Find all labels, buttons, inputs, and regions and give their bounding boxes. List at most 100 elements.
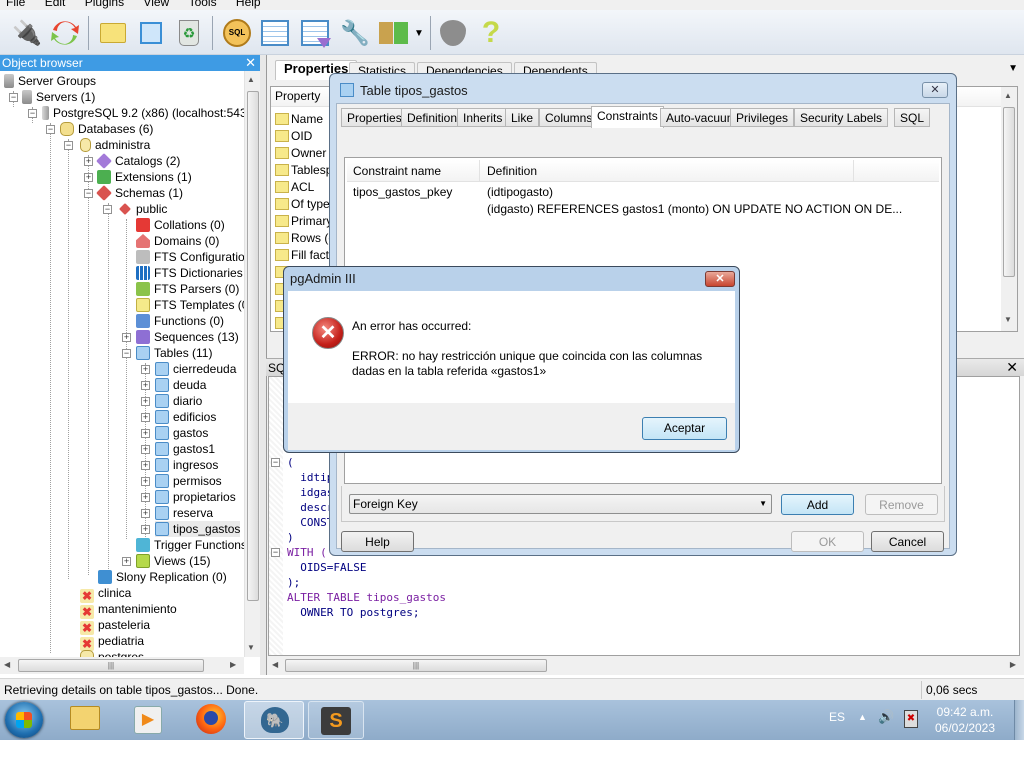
property-row[interactable]: Primary bbox=[275, 213, 332, 230]
help-button[interactable]: Help bbox=[341, 531, 414, 552]
show-hidden-icons-icon[interactable]: ▲ bbox=[858, 712, 867, 722]
property-row[interactable]: Rows (e bbox=[275, 230, 335, 247]
object-browser-vertical-scrollbar[interactable]: ▲ ▼ bbox=[244, 71, 260, 657]
show-desktop-button[interactable] bbox=[1014, 700, 1024, 740]
expand-toggle[interactable]: + bbox=[84, 173, 93, 182]
connect-plug-icon[interactable]: 🔌 bbox=[10, 16, 44, 50]
close-icon[interactable]: ✕ bbox=[245, 55, 256, 71]
remove-button[interactable]: Remove bbox=[865, 494, 938, 515]
plugins-dropdown-icon[interactable]: ▼ bbox=[412, 16, 426, 50]
tree-node-table[interactable]: gastos1 bbox=[155, 441, 215, 457]
tree-node-db-postgres[interactable]: postgres bbox=[80, 649, 144, 657]
expand-toggle[interactable]: + bbox=[141, 493, 150, 502]
tree-node-table[interactable]: reserva bbox=[155, 505, 213, 521]
expand-toggle[interactable]: + bbox=[141, 365, 150, 374]
property-column-header[interactable]: Property bbox=[275, 88, 320, 105]
close-icon[interactable]: ✕ bbox=[1006, 359, 1018, 376]
constraint-type-select[interactable]: Foreign Key ▼ bbox=[349, 494, 772, 514]
aceptar-button[interactable]: Aceptar bbox=[642, 417, 727, 440]
help-question-icon[interactable]: ? bbox=[474, 16, 508, 50]
tree-node-fts-dictionaries[interactable]: FTS Dictionaries ( bbox=[136, 265, 244, 281]
column-header-constraint-name[interactable]: Constraint name bbox=[353, 164, 441, 178]
tree-node-views[interactable]: Views (15) bbox=[136, 553, 210, 569]
collapse-toggle[interactable]: − bbox=[9, 93, 18, 102]
constraint-row-name[interactable]: tipos_gastos_pkey bbox=[353, 185, 452, 199]
view-data-grid-icon[interactable] bbox=[258, 16, 292, 50]
property-row[interactable]: ACL bbox=[275, 179, 314, 196]
tab-constraints[interactable]: Constraints bbox=[591, 106, 664, 128]
filtered-data-icon[interactable] bbox=[298, 16, 332, 50]
code-fold-toggle[interactable]: − bbox=[271, 458, 280, 467]
expand-toggle[interactable]: + bbox=[141, 461, 150, 470]
expand-toggle[interactable]: + bbox=[141, 525, 150, 534]
tree-node-sequences[interactable]: Sequences (13) bbox=[136, 329, 239, 345]
property-row[interactable]: OID bbox=[275, 128, 312, 145]
volume-icon[interactable]: 🔊 bbox=[878, 709, 894, 725]
tree-node-servers[interactable]: Servers (1) bbox=[22, 89, 95, 105]
tree-node-table[interactable]: permisos bbox=[155, 473, 222, 489]
menu-help[interactable]: Help bbox=[236, 0, 261, 9]
create-object-icon[interactable] bbox=[134, 16, 168, 50]
scrollbar-thumb[interactable]: ||| bbox=[285, 659, 547, 672]
column-header-definition[interactable]: Definition bbox=[487, 164, 537, 178]
network-disconnected-icon[interactable]: ✖ bbox=[904, 710, 918, 728]
tree-node-table[interactable]: propietarios bbox=[155, 489, 236, 505]
tree-node-tables[interactable]: Tables (11) bbox=[136, 345, 212, 361]
tree-node-collations[interactable]: Collations (0) bbox=[136, 217, 225, 233]
tree-node-db-administra[interactable]: administra bbox=[80, 137, 150, 153]
tree-node-functions[interactable]: Functions (0) bbox=[136, 313, 224, 329]
tree-node-table[interactable]: tipos_gastos bbox=[155, 521, 241, 537]
tab-like[interactable]: Like bbox=[505, 108, 540, 127]
collapse-toggle[interactable]: − bbox=[122, 349, 131, 358]
tree-node-db-mantenimiento[interactable]: ✖ mantenimiento bbox=[80, 601, 177, 619]
tree-node-table[interactable]: gastos bbox=[155, 425, 208, 441]
close-button[interactable]: ✕ bbox=[922, 82, 948, 98]
object-browser-horizontal-scrollbar[interactable]: ◀ ||| ▶ bbox=[0, 657, 244, 674]
language-indicator[interactable]: ES bbox=[829, 710, 845, 724]
expand-toggle[interactable]: + bbox=[141, 477, 150, 486]
clock[interactable]: 09:42 a.m. 06/02/2023 bbox=[934, 704, 996, 736]
code-fold-toggle[interactable]: − bbox=[271, 548, 280, 557]
tab-list-dropdown-icon[interactable]: ▼ bbox=[1008, 63, 1018, 74]
taskbar-pgadmin[interactable]: 🐘 bbox=[244, 701, 304, 739]
ok-button[interactable]: OK bbox=[791, 531, 864, 552]
property-row[interactable]: Name bbox=[275, 111, 323, 128]
guru-hint-icon[interactable] bbox=[436, 16, 470, 50]
sql-horizontal-scrollbar[interactable]: ◀ ||| ▶ bbox=[268, 657, 1020, 674]
tree-node-fts-templates[interactable]: FTS Templates (0) bbox=[136, 297, 244, 313]
collapse-toggle[interactable]: − bbox=[46, 125, 55, 134]
menu-view[interactable]: View bbox=[143, 0, 169, 9]
tab-security-labels[interactable]: Security Labels bbox=[794, 108, 889, 127]
constraint-row-definition[interactable]: (idtipogasto) bbox=[487, 185, 553, 199]
scrollbar-thumb[interactable] bbox=[247, 91, 259, 601]
tab-privileges[interactable]: Privileges bbox=[730, 108, 795, 127]
tree-node-databases[interactable]: Databases (6) bbox=[60, 121, 153, 137]
add-button[interactable]: Add bbox=[781, 494, 854, 515]
collapse-toggle[interactable]: − bbox=[64, 141, 73, 150]
taskbar-sublime-text[interactable]: S bbox=[308, 701, 364, 739]
expand-toggle[interactable]: + bbox=[141, 445, 150, 454]
tree-node-fts-configuration[interactable]: FTS Configuration bbox=[136, 249, 244, 265]
tree-node-extensions[interactable]: Extensions (1) bbox=[97, 169, 192, 185]
refresh-icon[interactable] bbox=[48, 16, 82, 50]
drop-recycle-bin-icon[interactable]: ♻ bbox=[172, 16, 206, 50]
properties-vertical-scrollbar[interactable]: ▲ ▼ bbox=[1001, 87, 1017, 331]
tree-node-table[interactable]: ingresos bbox=[155, 457, 218, 473]
tree-node-server[interactable]: PostgreSQL 9.2 (x86) (localhost:5432 bbox=[42, 105, 244, 121]
tree-node-db-pasteleria[interactable]: ✖ pasteleria bbox=[80, 617, 150, 635]
tree-node-table[interactable]: diario bbox=[155, 393, 202, 409]
cancel-button[interactable]: Cancel bbox=[871, 531, 944, 552]
start-button[interactable] bbox=[5, 702, 43, 738]
tab-columns[interactable]: Columns bbox=[539, 108, 599, 127]
collapse-toggle[interactable]: − bbox=[103, 205, 112, 214]
taskbar-media-player[interactable]: ▶ bbox=[134, 706, 162, 734]
tab-sql[interactable]: SQL bbox=[894, 108, 931, 127]
taskbar-firefox[interactable] bbox=[196, 704, 226, 734]
tab-properties[interactable]: Properties bbox=[341, 108, 408, 127]
tab-definition[interactable]: Definition bbox=[401, 108, 464, 127]
property-row[interactable]: Of type bbox=[275, 196, 330, 213]
constraint-row-definition[interactable]: (idgasto) REFERENCES gastos1 (monto) ON … bbox=[487, 202, 902, 216]
property-row[interactable]: Fill facto bbox=[275, 247, 336, 264]
tree-node-trigger-functions[interactable]: Trigger Functions bbox=[136, 537, 244, 553]
expand-toggle[interactable]: + bbox=[141, 397, 150, 406]
